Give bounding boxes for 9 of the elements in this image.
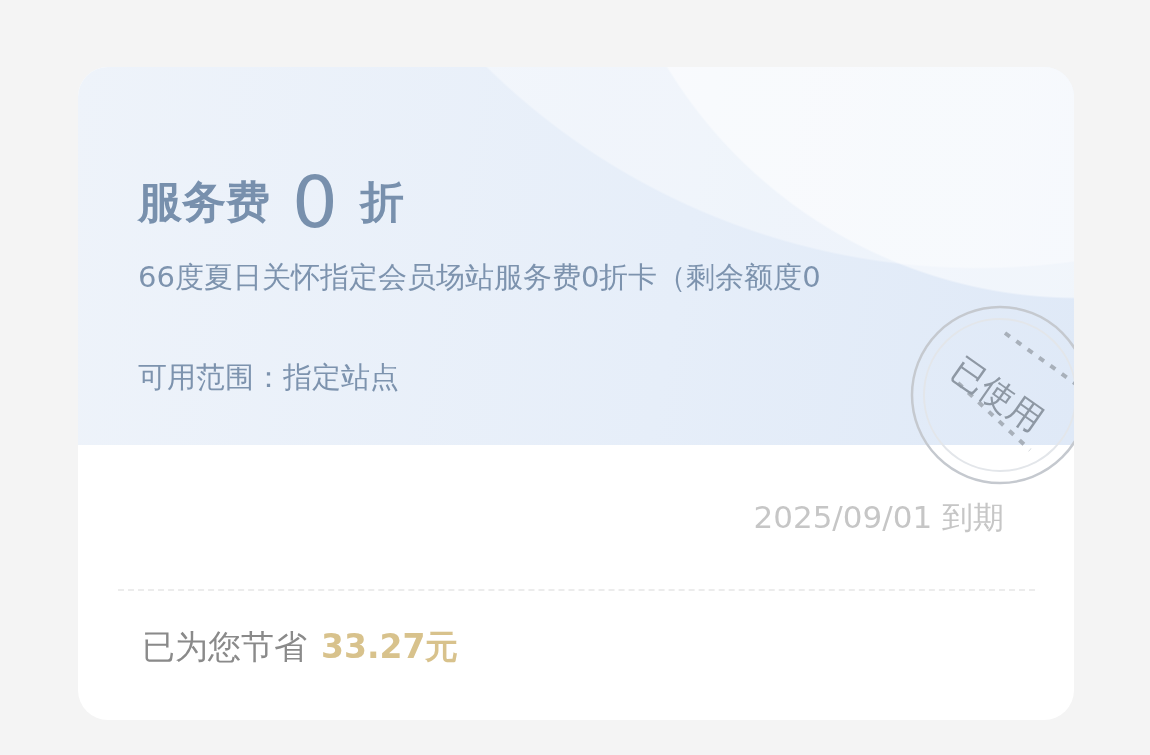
coupon-title: 服务费 [138, 174, 270, 229]
expiry-date: 2025/09/01 到期 [753, 498, 1004, 537]
savings-amount: 33.27元 [321, 626, 459, 668]
savings-label: 已为您节省 [142, 626, 307, 668]
coupon-description: 66度夏日关怀指定会员场站服务费0折卡（剩余额度0 [138, 259, 821, 296]
stamp-text: 已使用 [943, 347, 1052, 442]
discount-value: 0 [292, 166, 338, 238]
discount-unit: 折 [359, 174, 404, 229]
usage-scope: 可用范围：指定站点 [138, 359, 399, 396]
